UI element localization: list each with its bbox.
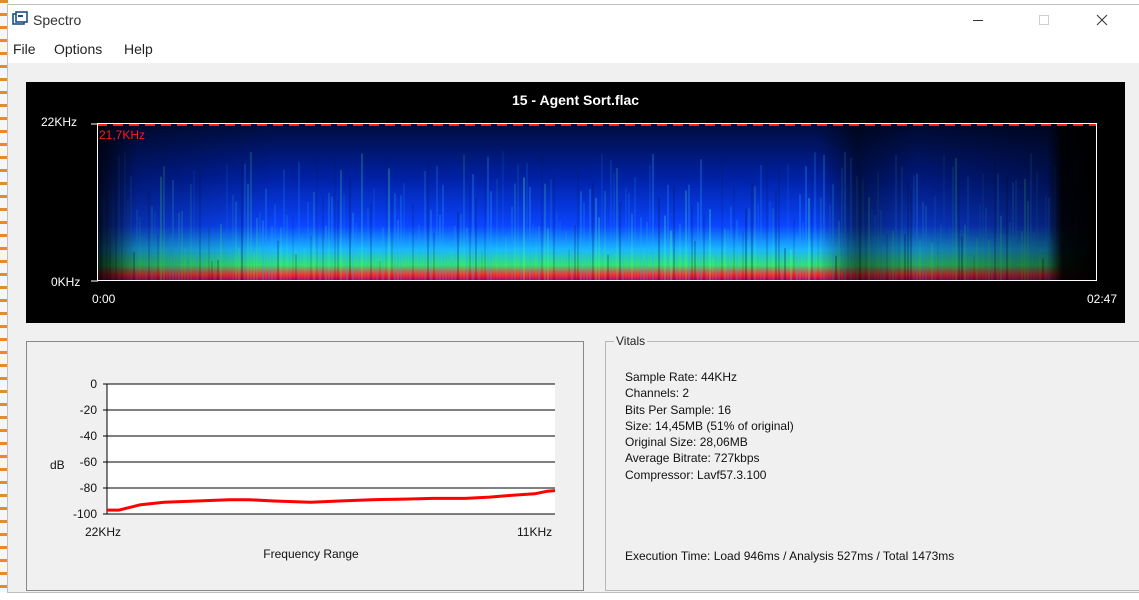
vitals-channels: Channels: 2 xyxy=(625,386,690,401)
vitals-sample-rate: Sample Rate: 44KHz xyxy=(625,370,738,384)
y-tick-label: 0 xyxy=(90,377,97,391)
y-axis-label: dB xyxy=(50,458,65,472)
app-icon xyxy=(12,11,28,25)
y-tick-label: -100 xyxy=(73,507,97,521)
cutoff-label: 21,7KHz xyxy=(99,128,146,142)
frequency-chart[interactable]: 0 -20 -40 -60 -80 -100 dB 22KHz 11KHz Frequency R… xyxy=(27,342,583,590)
y-tick-label: -60 xyxy=(80,455,98,469)
menu-bar: File Options Help xyxy=(8,35,1139,63)
vitals-compressor: Compressor: Lavf57.3.100 xyxy=(625,467,767,482)
x-axis-label: Frequency Range xyxy=(263,547,359,561)
spectrogram-title: 15 - Agent Sort.flac xyxy=(511,92,640,108)
window-title: Spectro xyxy=(33,12,82,28)
vitals-legend: Vitals xyxy=(614,334,648,348)
close-icon xyxy=(1096,14,1108,26)
x-tick-label: 22KHz xyxy=(85,525,121,539)
execution-time: Execution Time: Load 946ms / Analysis 52… xyxy=(625,549,955,563)
y-tick-label: -80 xyxy=(80,481,98,495)
minimize-button[interactable] xyxy=(955,5,1001,35)
vitals-group: Vitals Sample Rate: 44KHz Channels: 2 Bi… xyxy=(605,334,1139,591)
y-tick-label: -40 xyxy=(80,429,98,443)
maximize-button[interactable] xyxy=(1021,5,1067,35)
spectro-window: Spectro File Options Help 15 - Agent Sor… xyxy=(8,5,1139,592)
spectrogram-svg xyxy=(97,123,1098,281)
x-tick-label: 11KHz xyxy=(517,525,552,539)
maximize-icon xyxy=(1039,15,1049,25)
y-tick-label: -20 xyxy=(80,403,98,417)
close-button[interactable] xyxy=(1079,5,1125,35)
vitals-original-size: Original Size: 28,06MB xyxy=(625,435,748,450)
plot-area xyxy=(107,384,555,514)
y-top-label: 22KHz xyxy=(41,115,78,129)
menu-options[interactable]: Options xyxy=(54,41,102,57)
vitals-bits-per-sample: Bits Per Sample: 16 xyxy=(625,402,732,417)
background-window-edge xyxy=(0,0,8,600)
background-window-bottom xyxy=(0,592,1139,600)
x-end-label: 02:47 xyxy=(1087,292,1118,306)
vitals-average-bitrate: Average Bitrate: 727kbps xyxy=(625,451,760,466)
vitals-list: Sample Rate: 44KHz Channels: 2 Bits Per … xyxy=(625,369,794,483)
frequency-chart-panel: 0 -20 -40 -60 -80 -100 dB 22KHz 11KHz Frequency R… xyxy=(26,341,584,591)
spectrogram-panel: 15 - Agent Sort.flac 22KHz 0KHz 21,7KHz … xyxy=(26,82,1125,323)
vitals-size: Size: 14,45MB (51% of original) xyxy=(625,418,794,433)
x-start-label: 0:00 xyxy=(92,292,116,306)
minimize-icon xyxy=(973,20,983,21)
spectrogram-image[interactable]: 21,7KHz xyxy=(97,123,1098,281)
y-bottom-label: 0KHz xyxy=(51,275,81,289)
title-bar[interactable]: Spectro xyxy=(8,5,1139,35)
menu-help[interactable]: Help xyxy=(124,41,153,57)
menu-file[interactable]: File xyxy=(13,41,36,57)
